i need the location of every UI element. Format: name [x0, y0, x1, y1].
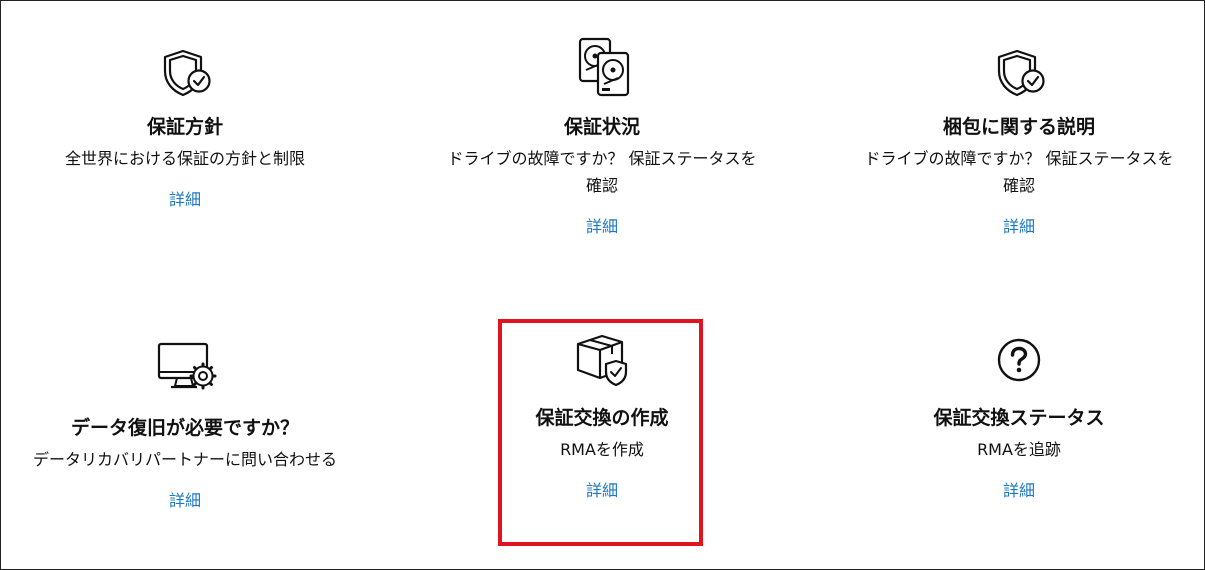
- card-description: ドライブの故障ですか？ 保証ステータスを確認: [864, 149, 1174, 195]
- card-title: 保証方針: [146, 116, 223, 138]
- card-description: ドライブの故障ですか？ 保証ステータスを確認: [447, 149, 757, 195]
- card-packaging-instructions: 梱包に関する説明 ドライブの故障ですか？ 保証ステータスを確認 詳細: [854, 37, 1184, 237]
- card-description: RMAを追跡: [977, 440, 1061, 459]
- card-title: 保証交換ステータス: [933, 407, 1105, 429]
- question-icon: [987, 328, 1051, 392]
- card-title: データ復旧が必要ですか？: [70, 417, 299, 439]
- details-link[interactable]: 詳細: [1003, 481, 1035, 501]
- shield-check-icon: [987, 37, 1051, 101]
- hard-drives-icon: [570, 37, 634, 101]
- details-link[interactable]: 詳細: [169, 491, 201, 511]
- highlight-box: [498, 319, 703, 546]
- card-rma-status: 保証交換ステータス RMAを追跡 詳細: [854, 328, 1184, 501]
- card-description: 全世界における保証の方針と制限: [64, 149, 305, 168]
- details-link[interactable]: 詳細: [169, 190, 201, 210]
- details-link[interactable]: 詳細: [1003, 217, 1035, 237]
- monitor-gear-icon: [153, 338, 217, 402]
- card-warranty-policy: 保証方針 全世界における保証の方針と制限 詳細: [20, 37, 350, 210]
- card-warranty-status: 保証状況 ドライブの故障ですか？ 保証ステータスを確認 詳細: [437, 37, 767, 237]
- card-data-recovery: データ復旧が必要ですか？ データリカバリパートナーに問い合わせる 詳細: [20, 338, 350, 511]
- card-title: 保証状況: [563, 116, 640, 138]
- support-options-panel: 保証方針 全世界における保証の方針と制限 詳細 保証状況 ドライブの故障ですか？…: [0, 0, 1205, 570]
- card-description: データリカバリパートナーに問い合わせる: [32, 450, 337, 469]
- details-link[interactable]: 詳細: [586, 217, 618, 237]
- shield-check-icon: [153, 37, 217, 101]
- card-title: 梱包に関する説明: [942, 116, 1095, 138]
